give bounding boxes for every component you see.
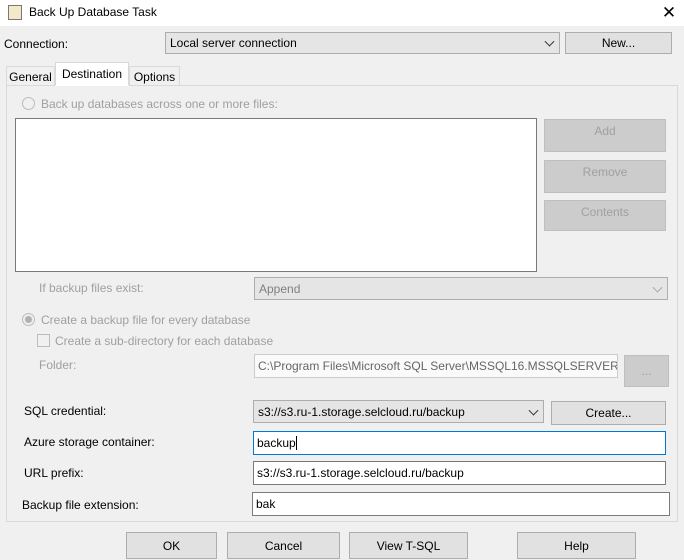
url-prefix-label: URL prefix: bbox=[24, 466, 84, 480]
add-button[interactable]: Add bbox=[544, 119, 666, 152]
every-db-radio[interactable] bbox=[22, 313, 35, 326]
chevron-down-icon bbox=[652, 282, 663, 293]
ok-button[interactable]: OK bbox=[126, 532, 217, 559]
sql-credential-value: s3://s3.ru-1.storage.selcloud.ru/backup bbox=[258, 404, 465, 419]
azure-container-label: Azure storage container: bbox=[24, 435, 155, 449]
chevron-down-icon bbox=[528, 405, 539, 416]
backup-files-list[interactable] bbox=[15, 118, 537, 272]
view-tsql-button[interactable]: View T-SQL bbox=[349, 532, 468, 559]
remove-button[interactable]: Remove bbox=[544, 160, 666, 193]
connection-value: Local server connection bbox=[170, 36, 297, 50]
folder-label: Folder: bbox=[39, 358, 77, 372]
subdir-checkbox[interactable] bbox=[37, 334, 50, 347]
window-title: Back Up Database Task bbox=[29, 5, 157, 19]
text-cursor bbox=[295, 436, 297, 450]
help-button[interactable]: Help bbox=[517, 532, 636, 559]
create-credential-button[interactable]: Create... bbox=[551, 401, 666, 425]
azure-container-value: backup bbox=[257, 436, 296, 450]
across-files-radio[interactable] bbox=[22, 97, 35, 110]
azure-container-input[interactable]: backup bbox=[253, 431, 666, 455]
if-exists-value: Append bbox=[259, 281, 301, 296]
if-exists-label: If backup files exist: bbox=[39, 281, 144, 295]
chevron-down-icon bbox=[544, 36, 555, 47]
extension-label: Backup file extension: bbox=[22, 498, 139, 512]
sql-credential-combo[interactable]: s3://s3.ru-1.storage.selcloud.ru/backup bbox=[253, 400, 544, 423]
connection-combo[interactable]: Local server connection bbox=[165, 32, 560, 54]
every-db-label: Create a backup file for every database bbox=[41, 313, 251, 327]
across-files-label: Back up databases across one or more fil… bbox=[41, 97, 278, 111]
tab-general[interactable]: General bbox=[6, 66, 55, 86]
new-connection-button[interactable]: New... bbox=[565, 32, 672, 54]
task-icon bbox=[8, 5, 22, 20]
tab-destination[interactable]: Destination bbox=[55, 62, 129, 86]
if-exists-combo[interactable]: Append bbox=[254, 277, 668, 300]
extension-input[interactable]: bak bbox=[252, 492, 670, 516]
sql-credential-label: SQL credential: bbox=[24, 404, 107, 418]
cancel-button[interactable]: Cancel bbox=[227, 532, 340, 559]
folder-input[interactable]: C:\Program Files\Microsoft SQL Server\MS… bbox=[254, 354, 618, 378]
url-prefix-input[interactable]: s3://s3.ru-1.storage.selcloud.ru/backup bbox=[253, 461, 666, 485]
title-bar: Back Up Database Task ✕ bbox=[0, 0, 684, 26]
contents-button[interactable]: Contents bbox=[544, 200, 666, 231]
browse-folder-button[interactable]: ... bbox=[624, 355, 669, 387]
close-icon[interactable]: ✕ bbox=[656, 0, 682, 26]
tab-options[interactable]: Options bbox=[129, 66, 180, 86]
subdir-label: Create a sub-directory for each database bbox=[55, 334, 274, 348]
connection-label: Connection: bbox=[4, 37, 69, 51]
